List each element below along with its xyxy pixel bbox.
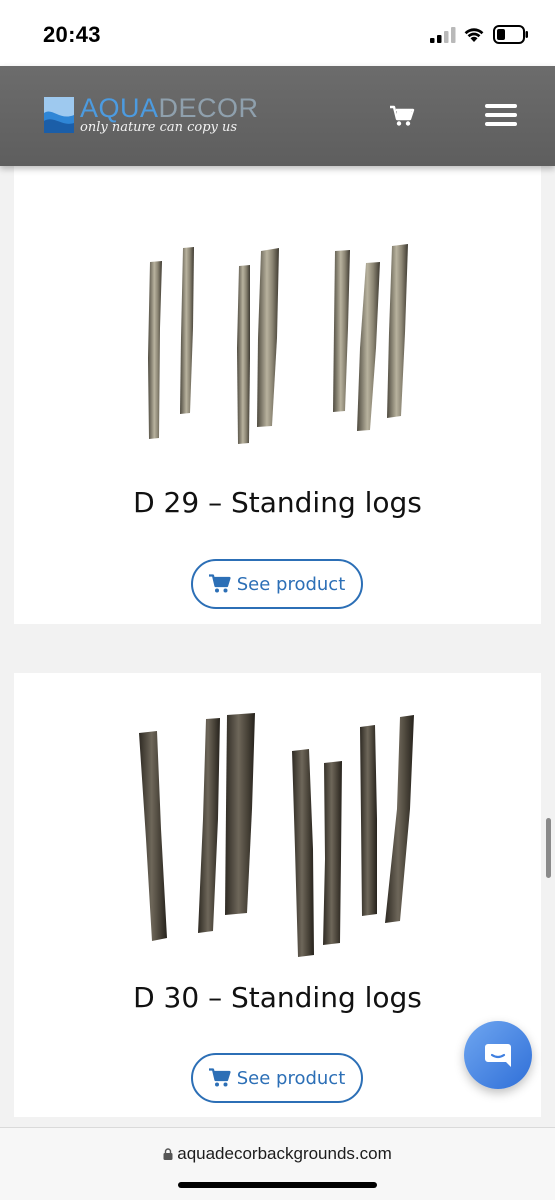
product-title: D 29 – Standing logs bbox=[133, 486, 422, 519]
logo-decor: DECOR bbox=[158, 93, 259, 123]
site-header: AQUADECOR only nature can copy us bbox=[0, 66, 555, 166]
status-time: 20:43 bbox=[43, 22, 101, 47]
product-card-d29: D 29 – Standing logs See product bbox=[14, 166, 541, 624]
product-card-d30: D 30 – Standing logs See product bbox=[14, 673, 541, 1117]
cart-icon bbox=[208, 574, 231, 593]
chat-button[interactable] bbox=[464, 1021, 532, 1089]
see-product-button[interactable]: See product bbox=[191, 1053, 363, 1103]
url-text: aquadecorbackgrounds.com bbox=[177, 1144, 392, 1163]
wifi-icon bbox=[464, 28, 484, 42]
hamburger-menu-icon[interactable] bbox=[485, 104, 517, 128]
see-product-label: See product bbox=[236, 1067, 346, 1089]
see-product-label: See product bbox=[236, 573, 346, 595]
scrollbar[interactable] bbox=[546, 818, 551, 878]
logo-mark-icon bbox=[44, 97, 74, 133]
aquadecor-logo[interactable]: AQUADECOR only nature can copy us bbox=[44, 94, 284, 140]
url-field[interactable]: aquadecorbackgrounds.com bbox=[0, 1144, 555, 1164]
battery-icon bbox=[493, 25, 528, 44]
product-title: D 30 – Standing logs bbox=[133, 981, 422, 1014]
cellular-signal-icon bbox=[430, 27, 456, 43]
product-image-standing-logs-birch[interactable] bbox=[114, 238, 444, 448]
product-image-standing-logs-dark[interactable] bbox=[114, 709, 444, 965]
cart-icon bbox=[208, 1068, 231, 1087]
see-product-button[interactable]: See product bbox=[191, 559, 363, 609]
cart-icon[interactable] bbox=[389, 105, 415, 127]
lock-icon bbox=[163, 1148, 173, 1160]
logo-aqua: AQUA bbox=[80, 93, 159, 123]
status-bar: 20:43 bbox=[0, 0, 555, 66]
home-indicator[interactable] bbox=[178, 1182, 377, 1188]
chat-bubble-icon bbox=[485, 1044, 511, 1067]
logo-tagline: only nature can copy us bbox=[80, 120, 238, 135]
logo-wordmark: AQUADECOR bbox=[80, 94, 259, 122]
browser-address-bar: aquadecorbackgrounds.com bbox=[0, 1127, 555, 1200]
